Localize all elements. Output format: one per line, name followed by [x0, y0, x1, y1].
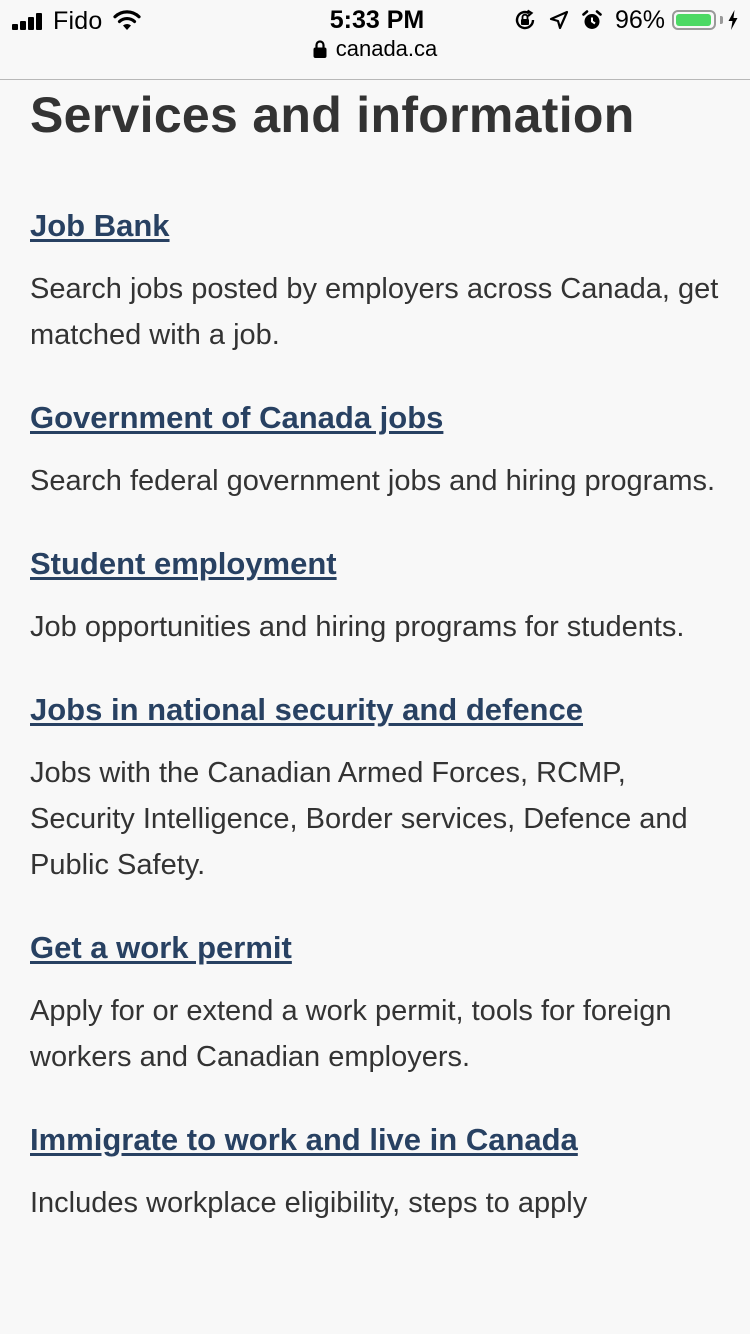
immigrate-to-canada-link[interactable]: Immigrate to work and live in Canada — [30, 1120, 578, 1160]
list-item: Job Bank Search jobs posted by employers… — [30, 206, 720, 358]
toolbar-divider — [0, 79, 750, 80]
service-description: Apply for or extend a work permit, tools… — [30, 995, 672, 1073]
url-text[interactable]: canada.ca — [336, 36, 438, 62]
list-item: Get a work permit Apply for or extend a … — [30, 928, 720, 1080]
government-of-canada-jobs-link[interactable]: Government of Canada jobs — [30, 398, 443, 438]
battery-icon — [672, 10, 716, 30]
service-description: Includes workplace eligibility, steps to… — [30, 1187, 588, 1219]
status-indicators: 96% — [513, 6, 738, 34]
work-permit-link[interactable]: Get a work permit — [30, 928, 292, 968]
charging-icon — [728, 10, 738, 30]
services-list: Job Bank Search jobs posted by employers… — [30, 206, 720, 1226]
service-description: Jobs with the Canadian Armed Forces, RCM… — [30, 757, 688, 881]
list-item: Student employment Job opportunities and… — [30, 544, 720, 650]
service-description: Job opportunities and hiring programs fo… — [30, 611, 685, 643]
list-item: Immigrate to work and live in Canada Inc… — [30, 1120, 720, 1226]
service-description: Search jobs posted by employers across C… — [30, 273, 719, 351]
orientation-lock-icon — [515, 9, 535, 30]
page-title: Services and information — [30, 87, 635, 143]
battery-percent: 96% — [614, 5, 665, 34]
list-item: Government of Canada jobs Search federal… — [30, 398, 720, 504]
student-employment-link[interactable]: Student employment — [30, 544, 337, 584]
lock-icon — [313, 40, 327, 58]
alarm-icon — [582, 10, 602, 29]
location-icon — [549, 10, 569, 30]
address-bar[interactable]: canada.ca — [0, 36, 750, 72]
battery-level — [676, 14, 711, 26]
status-bar: Fido 5:33 PM 96% — [0, 0, 750, 40]
main-content: Services and information Job Bank Search… — [30, 84, 720, 1266]
national-security-defence-jobs-link[interactable]: Jobs in national security and defence — [30, 690, 583, 730]
battery-tip — [720, 16, 723, 24]
job-bank-link[interactable]: Job Bank — [30, 206, 170, 246]
service-description: Search federal government jobs and hirin… — [30, 465, 716, 497]
list-item: Jobs in national security and defence Jo… — [30, 690, 720, 888]
